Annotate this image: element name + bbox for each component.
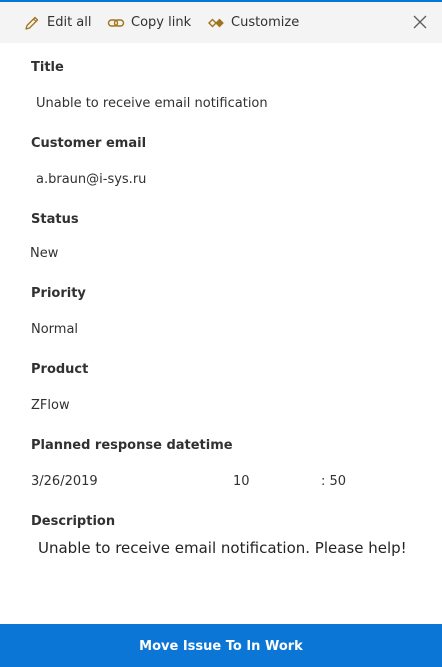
planned-response-date[interactable]: 3/26/2019 bbox=[31, 474, 98, 489]
customize-label: Customize bbox=[231, 15, 300, 30]
product-value[interactable]: ZFlow bbox=[31, 398, 70, 413]
description-label: Description bbox=[31, 514, 116, 529]
copy-link-button[interactable]: Copy link bbox=[107, 2, 191, 43]
planned-response-hour[interactable]: 10 bbox=[233, 474, 250, 489]
priority-label: Priority bbox=[31, 286, 86, 301]
move-issue-to-in-work-button[interactable]: Move Issue To In Work bbox=[0, 624, 442, 667]
priority-value[interactable]: Normal bbox=[31, 322, 78, 337]
link-icon bbox=[107, 14, 125, 32]
issue-details-panel: Edit all Copy link Customize Title Unabl… bbox=[0, 0, 442, 667]
customer-email-label: Customer email bbox=[31, 136, 147, 151]
close-icon bbox=[413, 15, 427, 29]
close-button[interactable] bbox=[412, 14, 428, 30]
status-label: Status bbox=[31, 212, 79, 227]
customize-button[interactable]: Customize bbox=[207, 2, 299, 43]
edit-all-button[interactable]: Edit all bbox=[23, 2, 92, 43]
move-issue-label: Move Issue To In Work bbox=[139, 639, 303, 654]
planned-response-label: Planned response datetime bbox=[31, 438, 233, 453]
description-value[interactable]: Unable to receive email notification. Pl… bbox=[38, 539, 407, 557]
status-value[interactable]: New bbox=[30, 246, 58, 261]
customize-icon bbox=[207, 14, 225, 32]
planned-response-minute[interactable]: : 50 bbox=[321, 474, 346, 489]
title-label: Title bbox=[31, 60, 64, 75]
edit-all-label: Edit all bbox=[47, 15, 92, 30]
command-bar: Edit all Copy link Customize bbox=[0, 2, 442, 43]
product-label: Product bbox=[31, 362, 89, 377]
pencil-icon bbox=[23, 14, 41, 32]
customer-email-value[interactable]: a.braun@i-sys.ru bbox=[36, 172, 146, 187]
title-value[interactable]: Unable to receive email notification bbox=[36, 96, 268, 111]
copy-link-label: Copy link bbox=[131, 15, 192, 30]
